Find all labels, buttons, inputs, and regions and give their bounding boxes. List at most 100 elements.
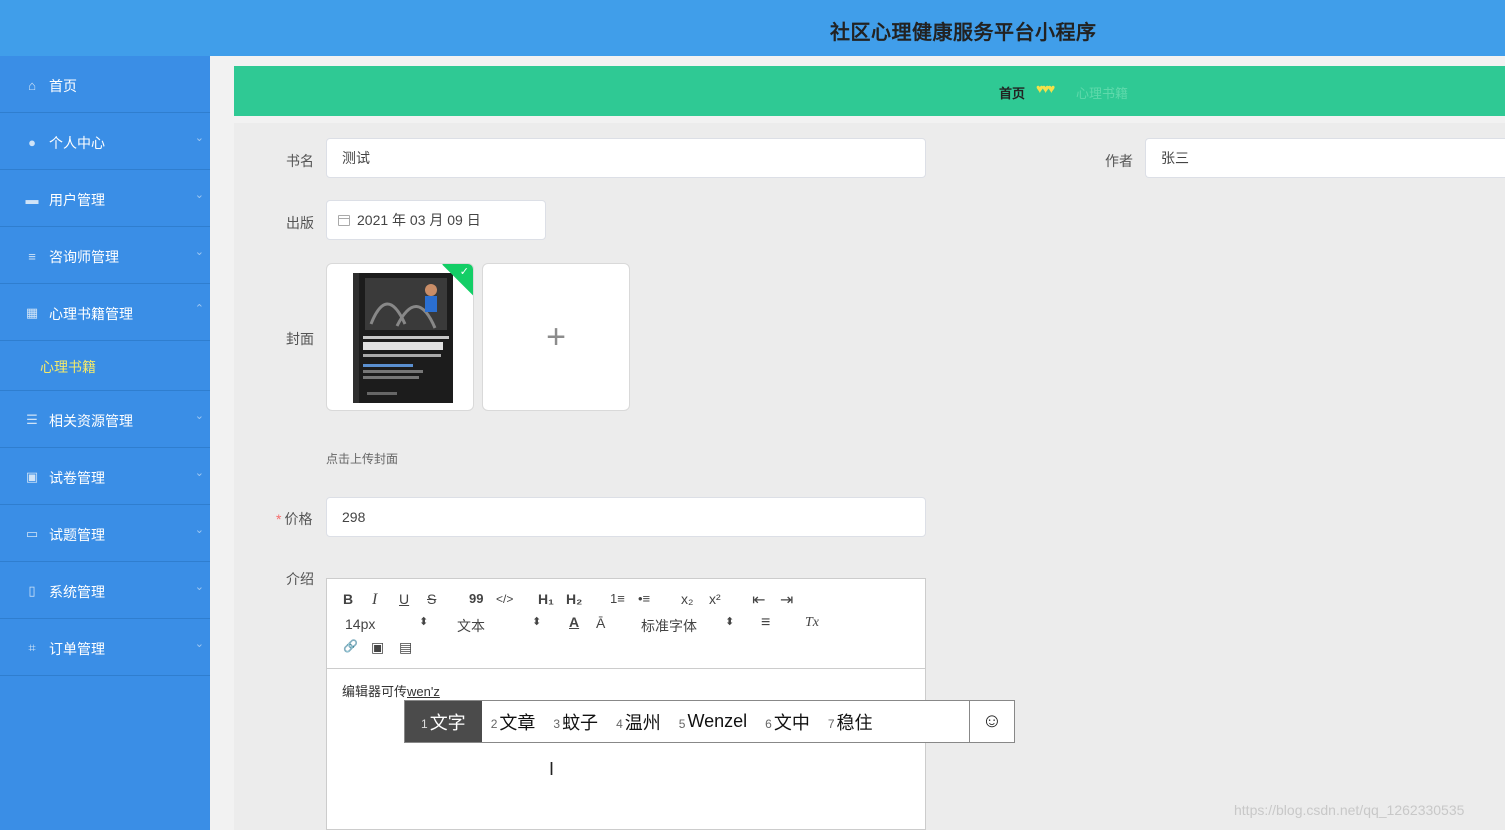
ime-candidate[interactable]: 4 温州 bbox=[607, 701, 670, 742]
bullet-list-button[interactable]: •≡ bbox=[638, 591, 650, 606]
sidebar-item-label: 试题管理 bbox=[49, 527, 105, 543]
chevron-up-icon: ⌃ bbox=[194, 303, 204, 315]
heart-separator-icon: ♥♥♥ bbox=[1036, 81, 1055, 96]
editor-content[interactable]: 编辑器可传wen'z bbox=[342, 681, 440, 700]
intro-label: 介绍 bbox=[286, 571, 314, 587]
phone-icon: ▯ bbox=[28, 583, 36, 598]
sidebar-item-label: 心理书籍管理 bbox=[49, 306, 133, 322]
header-select[interactable]: 文本 bbox=[457, 616, 485, 636]
sidebar-item-books[interactable]: ▦ 心理书籍管理 ⌃ bbox=[0, 284, 210, 341]
price-label: * 价格 bbox=[276, 509, 312, 529]
ordered-list-button[interactable]: 1≡ bbox=[610, 591, 625, 606]
ime-candidate[interactable]: 1 文字 bbox=[405, 701, 482, 742]
sidebar-subitem-psych-books[interactable]: 心理书籍 bbox=[0, 341, 210, 391]
indent-button[interactable]: ⇥ bbox=[780, 590, 793, 610]
select-arrows-icon: ⬍ bbox=[725, 616, 735, 628]
ime-candidate[interactable]: 2 文章 bbox=[482, 701, 545, 742]
background-color-button[interactable]: Ā bbox=[596, 615, 605, 631]
list-icon: ☰ bbox=[26, 412, 38, 427]
sidebar-item-system[interactable]: ▯ 系统管理 ⌄ bbox=[0, 562, 210, 619]
check-icon: ✓ bbox=[459, 266, 469, 278]
sidebar-item-questions[interactable]: ▭ 试题管理 ⌄ bbox=[0, 505, 210, 562]
ime-candidate[interactable]: 5 Wenzel bbox=[670, 701, 756, 742]
code-block-button[interactable]: </> bbox=[496, 592, 513, 606]
header-2-button[interactable]: H₂ bbox=[566, 591, 582, 607]
list-icon: ≡ bbox=[28, 248, 36, 264]
editor-toolbar: B I U S 99 </> H₁ H₂ 1≡ •≡ x₂ x² ⇤ ⇥ 14p… bbox=[327, 579, 925, 669]
select-arrows-icon: ⬍ bbox=[419, 616, 429, 628]
image-icon[interactable]: ▣ bbox=[371, 639, 384, 656]
italic-button[interactable]: I bbox=[372, 591, 377, 609]
cover-label: 封面 bbox=[286, 331, 314, 347]
chevron-down-icon: ⌄ bbox=[194, 638, 204, 650]
strike-button[interactable]: S bbox=[427, 591, 436, 607]
home-icon: ⌂ bbox=[28, 77, 36, 93]
font-size-select[interactable]: 14px bbox=[345, 616, 375, 632]
subscript-button[interactable]: x₂ bbox=[681, 591, 693, 607]
breadcrumb-current: 心理书籍 bbox=[1076, 86, 1129, 101]
book-cover-image bbox=[353, 273, 453, 403]
text-color-button[interactable]: A bbox=[569, 614, 579, 630]
breadcrumb-home[interactable]: 首页 bbox=[999, 83, 1025, 102]
ime-composition-text: wen'z bbox=[407, 684, 440, 699]
chevron-down-icon: ⌄ bbox=[194, 467, 204, 479]
text-cursor-icon: I bbox=[549, 759, 555, 779]
clipboard-icon: ▣ bbox=[25, 469, 39, 484]
link-icon[interactable]: 🔗 bbox=[343, 639, 358, 653]
emoji-icon[interactable]: ☺ bbox=[969, 701, 1014, 742]
crop-icon: ⌗ bbox=[28, 640, 36, 655]
app-title: 社区心理健康服务平台小程序 bbox=[830, 22, 1097, 44]
cover-image-card[interactable]: ✓ bbox=[326, 263, 474, 411]
chevron-down-icon: ⌄ bbox=[194, 132, 204, 144]
clear-format-button[interactable]: Tx bbox=[805, 615, 819, 631]
bold-button[interactable]: B bbox=[343, 591, 353, 607]
sidebar-item-label: 用户管理 bbox=[49, 192, 105, 208]
select-arrows-icon: ⬍ bbox=[532, 616, 542, 628]
chat-icon: ▭ bbox=[25, 526, 39, 541]
sidebar-item-label: 首页 bbox=[49, 78, 77, 94]
user-icon: ● bbox=[28, 134, 36, 150]
sidebar-item-profile[interactable]: ● 个人中心 ⌄ bbox=[0, 113, 210, 170]
ime-candidate[interactable]: 3 蚊子 bbox=[544, 701, 607, 742]
align-left-button[interactable]: ≡ bbox=[761, 614, 770, 632]
sidebar-item-label: 试卷管理 bbox=[49, 470, 105, 486]
publish-date-picker[interactable]: 2021 年 03 月 09 日 bbox=[326, 200, 546, 240]
author-input[interactable]: 张三 bbox=[1145, 138, 1505, 178]
plus-icon: + bbox=[546, 317, 566, 356]
author-label: 作者 bbox=[1105, 153, 1133, 169]
editor-text: 编辑器可传 bbox=[342, 684, 408, 699]
book-name-input[interactable]: 测试 bbox=[326, 138, 926, 178]
sidebar-item-home[interactable]: ⌂ 首页 bbox=[0, 56, 210, 113]
upload-tip: 点击上传封面 bbox=[326, 452, 399, 466]
ime-candidate[interactable]: 6 文中 bbox=[756, 701, 819, 742]
chevron-down-icon: ⌄ bbox=[194, 410, 204, 422]
book-name-label: 书名 bbox=[286, 153, 314, 169]
required-mark: * bbox=[276, 511, 282, 527]
sidebar-item-orders[interactable]: ⌗ 订单管理 ⌄ bbox=[0, 619, 210, 676]
outdent-button[interactable]: ⇤ bbox=[752, 590, 765, 610]
calendar-icon bbox=[338, 215, 350, 226]
grid-icon: ▦ bbox=[25, 305, 39, 320]
chevron-down-icon: ⌄ bbox=[194, 246, 204, 258]
sidebar-item-label: 订单管理 bbox=[49, 641, 105, 657]
video-icon[interactable]: ▤ bbox=[399, 639, 412, 656]
ime-candidate[interactable]: 7 稳住 bbox=[819, 701, 882, 742]
sidebar-item-counselors[interactable]: ≡ 咨询师管理 ⌄ bbox=[0, 227, 210, 284]
sidebar-item-users[interactable]: ▬ 用户管理 ⌄ bbox=[0, 170, 210, 227]
publish-date-value: 2021 年 03 月 09 日 bbox=[357, 212, 481, 228]
top-bar: 社区心理健康服务平台小程序 bbox=[0, 0, 1505, 56]
sidebar-item-papers[interactable]: ▣ 试卷管理 ⌄ bbox=[0, 448, 210, 505]
header-1-button[interactable]: H₁ bbox=[538, 591, 554, 607]
chevron-down-icon: ⌄ bbox=[194, 581, 204, 593]
superscript-button[interactable]: x² bbox=[709, 591, 721, 607]
sidebar-item-label: 相关资源管理 bbox=[49, 413, 133, 429]
cover-upload-button[interactable]: + bbox=[482, 263, 630, 411]
blockquote-button[interactable]: 99 bbox=[469, 591, 483, 606]
price-input[interactable]: 298 bbox=[326, 497, 926, 537]
font-family-select[interactable]: 标准字体 bbox=[641, 616, 697, 636]
chevron-down-icon: ⌄ bbox=[194, 524, 204, 536]
underline-button[interactable]: U bbox=[399, 591, 409, 607]
sidebar-item-resources[interactable]: ☰ 相关资源管理 ⌄ bbox=[0, 391, 210, 448]
price-label-text: 价格 bbox=[284, 511, 313, 527]
sidebar-subitem-label: 心理书籍 bbox=[40, 359, 96, 375]
